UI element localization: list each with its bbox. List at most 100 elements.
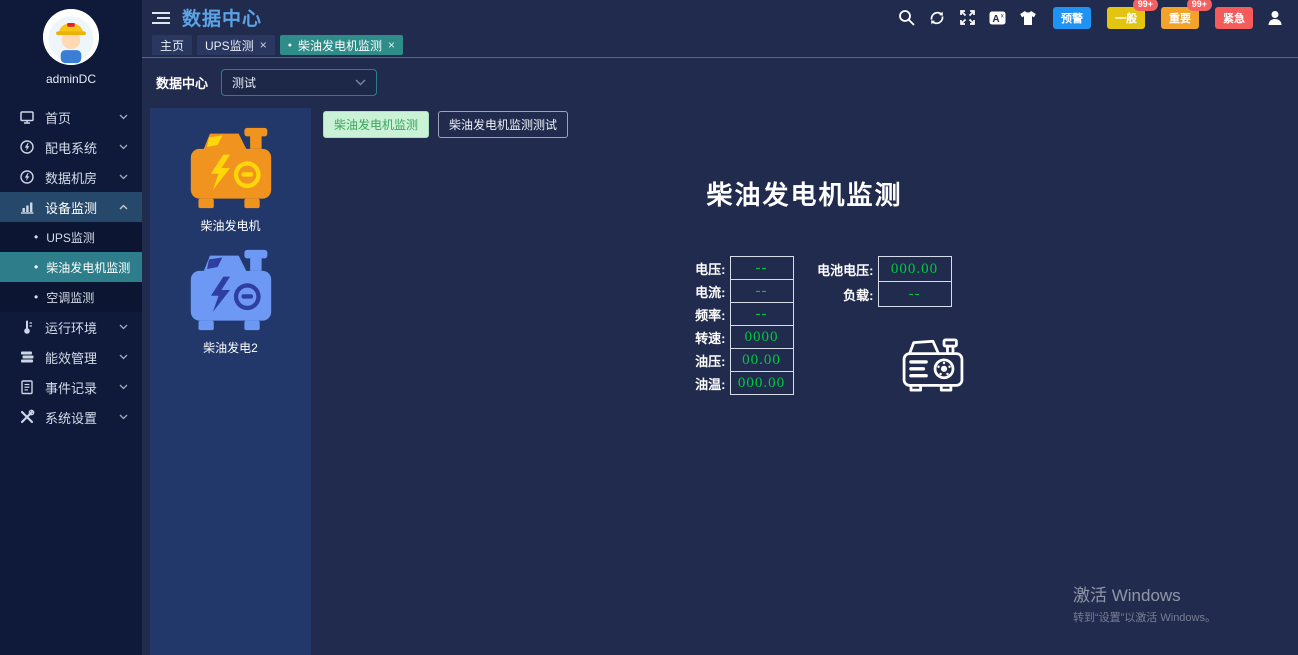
metric-value-box: 00.00 [730,348,794,372]
sidebar-item-label: 数据机房 [45,168,97,187]
worker-avatar-icon [43,9,99,65]
device-card-diesel-2[interactable]: 柴油发电2 [183,246,279,356]
metric-value-box: 0000 [730,325,794,349]
search-icon[interactable] [898,9,915,26]
device-monitor-submenu: UPS监测 柴油发电机监测 空调监测 [0,222,142,312]
tab-ups-monitor[interactable]: UPS监测 × [197,35,275,55]
chevron-down-icon [119,414,128,420]
sidebar-item-energy[interactable]: 能效管理 [0,342,142,372]
device-list-panel: 柴油发电机 柴油发电2 [150,108,311,655]
metric-value-box: 000.00 [878,256,952,282]
metric-value-box: 000.00 [730,371,794,395]
windows-activation-watermark: 激活 Windows 转到“设置”以激活 Windows。 [1073,581,1216,625]
metric-row-oil-pressure: 油压: 00.00 [674,348,794,372]
event-log-icon [19,379,35,395]
energy-icon [19,349,35,365]
sidebar-item-event-log[interactable]: 事件记录 [0,372,142,402]
sidebar-item-environment[interactable]: 运行环境 [0,312,142,342]
user-icon[interactable] [1266,9,1284,27]
alert-button-important[interactable]: 重要 99+ [1161,7,1199,29]
sidebar-item-server-room[interactable]: 数据机房 [0,162,142,192]
alert-badge: 99+ [1187,0,1212,11]
tab-bar: 主页 UPS监测 × ● 柴油发电机监测 × [142,35,1298,58]
content-area: 数据中心 测试 [142,59,1298,655]
sidebar-item-power-distribution[interactable]: 配电系统 [0,132,142,162]
avatar[interactable] [43,9,99,65]
chevron-down-icon [119,144,128,150]
close-icon[interactable]: × [260,39,267,51]
metrics-left-column: 电压: -- 电流: -- 频率: -- 转速: 0000 [674,256,794,395]
metric-value-box: -- [878,281,952,307]
device-tab-diesel-monitor-test[interactable]: 柴油发电机监测测试 [438,111,568,138]
app-window: adminDC 首页 配电系统 数据机房 [0,0,1298,655]
fullscreen-icon[interactable] [959,9,976,26]
tab-home[interactable]: 主页 [152,35,192,55]
selected-value: 测试 [232,74,256,91]
translate-icon[interactable]: Ax [989,10,1006,26]
metric-value-box: -- [730,256,794,280]
chevron-down-icon [119,114,128,120]
close-icon[interactable]: × [388,39,395,51]
sidebar-nav: 首页 配电系统 数据机房 设备监测 [0,102,142,432]
environment-icon [19,319,35,335]
alert-button-general[interactable]: 一般 99+ [1107,7,1145,29]
generator-icon [183,124,279,212]
device-tabs: 柴油发电机监测 柴油发电机监测测试 [311,108,1298,138]
sidebar-item-label: 首页 [45,108,71,127]
metric-row-current: 电流: -- [674,279,794,303]
settings-icon [19,409,35,425]
alert-button-warning[interactable]: 预警 [1053,7,1091,29]
sidebar-item-settings[interactable]: 系统设置 [0,402,142,432]
svg-text:x: x [1001,13,1004,19]
chevron-down-icon [119,384,128,390]
device-label: 柴油发电机 [200,217,260,234]
metric-row-load: 负载: -- [802,281,968,307]
metric-row-oil-temp: 油温: 000.00 [674,371,794,395]
metrics-right-column: 电池电压: 000.00 负载: -- [802,256,968,395]
sidebar-item-device-monitor[interactable]: 设备监测 [0,192,142,222]
active-dot-icon: ● [288,42,292,49]
power-distribution-icon [19,139,35,155]
tab-diesel-monitor[interactable]: ● 柴油发电机监测 × [280,35,403,55]
sidebar-subitem-diesel[interactable]: 柴油发电机监测 [0,252,142,282]
username: adminDC [0,72,142,86]
monitor-title: 柴油发电机监测 [311,175,1298,212]
sidebar-item-label: 设备监测 [45,198,97,217]
monitor-area: 柴油发电机监测 柴油发电机监测测试 柴油发电机监测 电压: -- 电流: -- … [311,108,1298,655]
sidebar-item-home[interactable]: 首页 [0,102,142,132]
device-card-diesel-1[interactable]: 柴油发电机 [183,124,279,234]
device-chart-icon [19,199,35,215]
sidebar-subitem-aircon[interactable]: 空调监测 [0,282,142,312]
sidebar-item-label: 运行环境 [45,318,97,337]
sidebar-item-label: 配电系统 [45,138,97,157]
datacenter-select[interactable]: 测试 [221,69,377,96]
metric-row-voltage: 电压: -- [674,256,794,280]
chevron-down-icon [119,174,128,180]
alert-badge: 99+ [1133,0,1158,11]
metric-row-speed: 转速: 0000 [674,325,794,349]
server-room-icon [19,169,35,185]
topbar-actions: Ax 预警 一般 99+ 重要 99+ 紧急 [898,7,1284,29]
device-tab-diesel-monitor[interactable]: 柴油发电机监测 [323,111,429,138]
topbar: 数据中心 Ax 预警 一般 99+ [142,0,1298,35]
refresh-icon[interactable] [928,9,946,27]
menu-fold-icon[interactable] [152,11,170,25]
chevron-down-icon [355,79,366,86]
sidebar-item-label: 事件记录 [45,378,97,397]
datacenter-label: 数据中心 [156,73,208,92]
generator-icon [183,246,279,334]
device-label: 柴油发电2 [203,339,258,356]
alert-button-urgent[interactable]: 紧急 [1215,7,1253,29]
filter-row: 数据中心 测试 [142,59,1298,105]
sidebar: adminDC 首页 配电系统 数据机房 [0,0,142,655]
metric-row-frequency: 频率: -- [674,302,794,326]
svg-text:A: A [992,14,999,25]
theme-icon[interactable] [1019,10,1037,26]
chevron-down-icon [119,324,128,330]
metric-row-battery-voltage: 电池电压: 000.00 [802,256,968,282]
chevron-down-icon [119,354,128,360]
metric-value-box: -- [730,302,794,326]
home-monitor-icon [19,109,35,125]
sidebar-item-label: 系统设置 [45,408,97,427]
sidebar-subitem-ups[interactable]: UPS监测 [0,222,142,252]
